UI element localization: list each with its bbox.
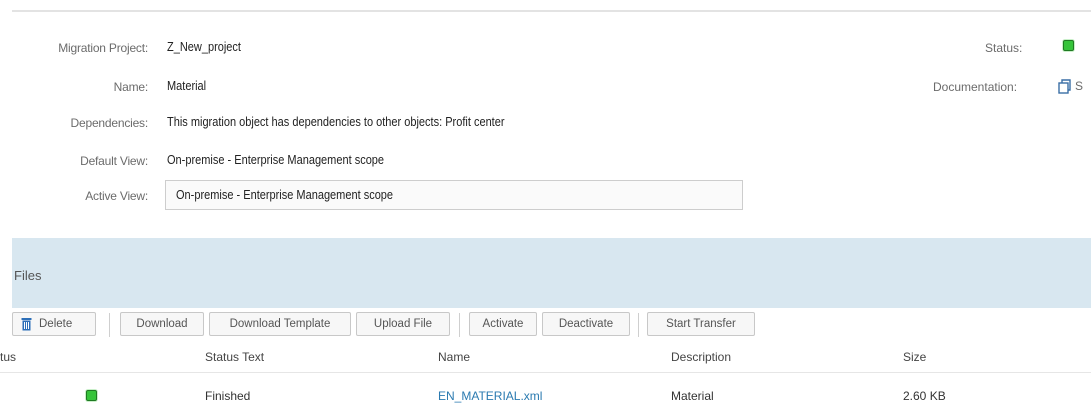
migration-project-label: Migration Project: [58, 41, 148, 55]
upload-file-button[interactable]: Upload File [356, 312, 450, 336]
delete-label: Delete [39, 318, 73, 330]
name-value: Material [167, 79, 207, 93]
status-label: Status: [985, 41, 1023, 55]
row-status-icon [86, 390, 97, 401]
documentation-label: Documentation: [933, 80, 1018, 94]
files-table-header [0, 342, 1091, 373]
dependencies-label: Dependencies: [70, 116, 149, 130]
row-file-name-link[interactable]: EN_MATERIAL.xml [438, 389, 542, 403]
trash-icon [21, 318, 32, 331]
column-description[interactable]: Description [671, 350, 731, 364]
files-title: Files [14, 268, 42, 283]
dependencies-value: This migration object has dependencies t… [167, 115, 505, 129]
activate-button[interactable]: Activate [469, 312, 537, 336]
toolbar-separator [109, 313, 110, 337]
row-description: Material [671, 389, 714, 403]
active-view-value: On-premise - Enterprise Management scope [176, 188, 394, 202]
top-divider [12, 10, 1091, 12]
files-panel-header [12, 238, 1091, 308]
documentation-link-clipped[interactable]: S [1075, 79, 1083, 93]
row-size: 2.60 KB [903, 389, 946, 403]
column-status-text[interactable]: Status Text [205, 350, 264, 364]
toolbar-separator [638, 313, 639, 337]
column-name[interactable]: Name [438, 350, 470, 364]
download-template-button[interactable]: Download Template [209, 312, 351, 336]
migration-project-value: Z_New_project [167, 40, 241, 54]
download-button[interactable]: Download [120, 312, 204, 336]
default-view-value: On-premise - Enterprise Management scope [167, 153, 385, 167]
name-label: Name: [113, 80, 149, 94]
column-status[interactable]: tus [0, 350, 16, 364]
toolbar-separator [459, 313, 460, 337]
delete-button[interactable]: Delete [12, 312, 96, 336]
start-transfer-button[interactable]: Start Transfer [647, 312, 755, 336]
document-icon[interactable] [1058, 78, 1072, 94]
deactivate-button[interactable]: Deactivate [542, 312, 630, 336]
default-view-label: Default View: [80, 154, 148, 168]
row-status-text: Finished [205, 389, 251, 403]
status-indicator-icon [1063, 40, 1074, 51]
active-view-label: Active View: [85, 189, 148, 203]
active-view-field[interactable]: On-premise - Enterprise Management scope [165, 180, 743, 210]
column-size[interactable]: Size [903, 350, 926, 364]
